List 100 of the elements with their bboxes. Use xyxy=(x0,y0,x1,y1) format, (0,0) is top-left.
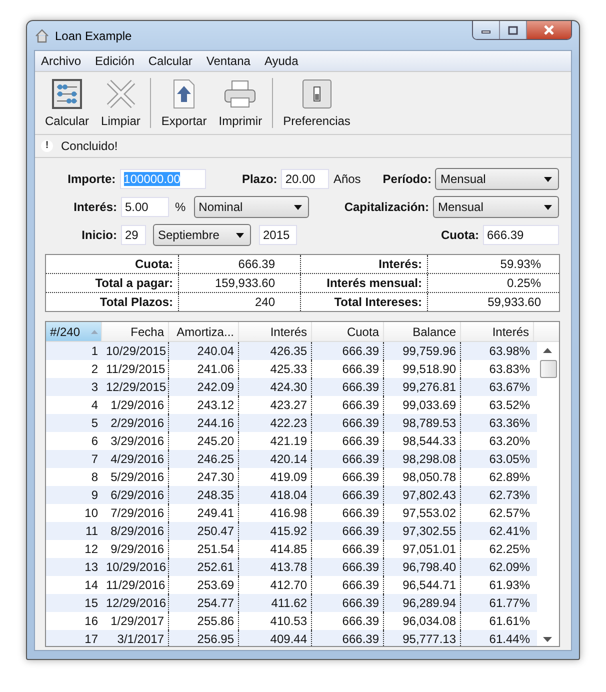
table-cell: 666.39 xyxy=(312,414,384,432)
table-cell: 666.39 xyxy=(312,522,384,540)
toolbar-button[interactable]: Exportar xyxy=(155,72,213,134)
menu-item[interactable]: Ventana xyxy=(206,54,250,68)
column-header[interactable]: Amortiza... xyxy=(169,322,239,341)
toolbar-button[interactable]: Calcular xyxy=(39,72,96,134)
table-cell-text: 15 xyxy=(84,595,99,612)
table-cell: 99,276.81 xyxy=(384,378,461,396)
close-button[interactable] xyxy=(527,21,571,39)
table-cell-text: 63.20% xyxy=(488,433,531,450)
column-header[interactable]: Interés xyxy=(461,322,534,341)
table-cell: 59,933.60 xyxy=(427,293,559,311)
table-cell: 95,777.13 xyxy=(384,630,461,646)
table-cell: 99,759.96 xyxy=(384,342,461,360)
column-header[interactable]: Interés xyxy=(239,322,312,341)
column-header[interactable]: Cuota xyxy=(312,322,384,341)
table-cell: 97,302.55 xyxy=(384,522,461,540)
input-field[interactable]: 2015 xyxy=(259,225,297,245)
input-field[interactable]: 666.39 xyxy=(483,225,559,245)
toolbar-button[interactable]: Limpiar xyxy=(95,72,146,134)
table-cell-text: 63.98% xyxy=(488,343,531,360)
table-cell-text: Total Plazos: xyxy=(98,294,174,311)
toolbar-button[interactable]: Imprimir xyxy=(212,72,268,134)
column-header[interactable]: Balance xyxy=(384,322,461,341)
table-cell-text: 63.67% xyxy=(488,379,531,396)
table-cell-text: 63.36% xyxy=(488,415,531,432)
toolbar-button[interactable]: Preferencias xyxy=(277,72,356,134)
input-field[interactable]: 5.00 xyxy=(121,197,169,217)
input-field[interactable]: 20.00 xyxy=(281,169,330,189)
menu-item[interactable]: Archivo xyxy=(41,54,82,68)
table-cell: 244.16 xyxy=(169,414,239,432)
table-cell-text: 62.89% xyxy=(488,469,531,486)
caret-icon xyxy=(544,177,552,182)
table-cell: 98,298.08 xyxy=(384,450,461,468)
table-cell: 666.39 xyxy=(312,486,384,504)
table-cell-text: 61.61% xyxy=(488,613,531,630)
status-message: Concluido! xyxy=(61,139,118,153)
menu-item[interactable]: Edición xyxy=(95,54,134,68)
dropdown[interactable]: Septiembre xyxy=(153,224,251,246)
field-label: Plazo: xyxy=(242,172,278,186)
maximize-button[interactable] xyxy=(500,21,527,39)
table-cell: 420.14 xyxy=(239,450,312,468)
table-cell: 97,802.43 xyxy=(384,486,461,504)
table-cell: 98,789.53 xyxy=(384,414,461,432)
table-cell: Interés: xyxy=(300,255,427,273)
column-header[interactable]: Fecha xyxy=(102,322,169,341)
table-cell: 240 xyxy=(178,293,300,311)
table-cell-text: Cuota: xyxy=(134,256,174,273)
field-label: Período: xyxy=(382,172,432,186)
table-cell: 59.93% xyxy=(427,255,559,273)
table-cell: 411.62 xyxy=(239,594,312,612)
table-cell-text: 12 xyxy=(84,541,99,558)
sort-icon xyxy=(91,330,98,334)
table-cell-text: 11 xyxy=(84,523,99,540)
printer-icon xyxy=(223,78,258,110)
table-cell-text: Total a pagar: xyxy=(94,275,174,292)
field-label: Interés: xyxy=(72,200,117,214)
unit-label: % xyxy=(175,200,186,214)
table-cell: 6/29/2016 xyxy=(102,486,169,504)
table-cell: 8/29/2016 xyxy=(102,522,169,540)
caret-icon xyxy=(294,205,302,210)
table-cell: 666.39 xyxy=(312,630,384,646)
scroll-up-icon[interactable] xyxy=(543,348,552,353)
column-header[interactable]: #/240 xyxy=(46,322,102,341)
table-cell: 413.78 xyxy=(239,558,312,576)
caret-icon xyxy=(544,205,552,210)
table-cell: 240.04 xyxy=(169,342,239,360)
dropdown[interactable]: Mensual xyxy=(435,168,559,190)
table-cell: 666.39 xyxy=(312,342,384,360)
table-cell: 96,289.94 xyxy=(384,594,461,612)
dropdown[interactable]: Mensual xyxy=(433,196,559,218)
table-cell: 12/29/2016 xyxy=(102,594,169,612)
field-label: Inicio: xyxy=(80,228,117,242)
menu-item[interactable]: Ayuda xyxy=(264,54,298,68)
scrollbar-thumb[interactable] xyxy=(540,360,557,378)
table-cell-text: 10 xyxy=(84,505,99,522)
table-cell-text: 14 xyxy=(84,577,99,594)
caret-icon xyxy=(236,233,244,238)
table-cell: 12/29/2015 xyxy=(102,378,169,396)
menu-item[interactable]: Calcular xyxy=(148,54,192,68)
table-cell: 424.30 xyxy=(239,378,312,396)
table-cell: 254.77 xyxy=(169,594,239,612)
scroll-down-icon[interactable] xyxy=(543,637,552,642)
minimize-button[interactable] xyxy=(473,21,500,39)
table-cell: 415.92 xyxy=(239,522,312,540)
dropdown[interactable]: Nominal xyxy=(194,196,309,218)
table-cell-text: 61.44% xyxy=(488,631,531,646)
close-icon xyxy=(543,25,555,35)
table-cell: 252.61 xyxy=(169,558,239,576)
x-icon xyxy=(104,78,137,110)
table-cell-text: 17 xyxy=(84,631,99,646)
table-cell-text: 3 xyxy=(90,379,99,396)
table-cell: 666.39 xyxy=(312,450,384,468)
table-cell: 666.39 xyxy=(312,558,384,576)
table-cell: 2/29/2016 xyxy=(102,414,169,432)
input-field[interactable]: 29 xyxy=(121,225,146,245)
table-cell-text: 62.57% xyxy=(488,505,531,522)
unit-label: Años xyxy=(333,172,361,186)
field-label: Importe: xyxy=(66,172,116,186)
table-cell: 4/29/2016 xyxy=(102,450,169,468)
